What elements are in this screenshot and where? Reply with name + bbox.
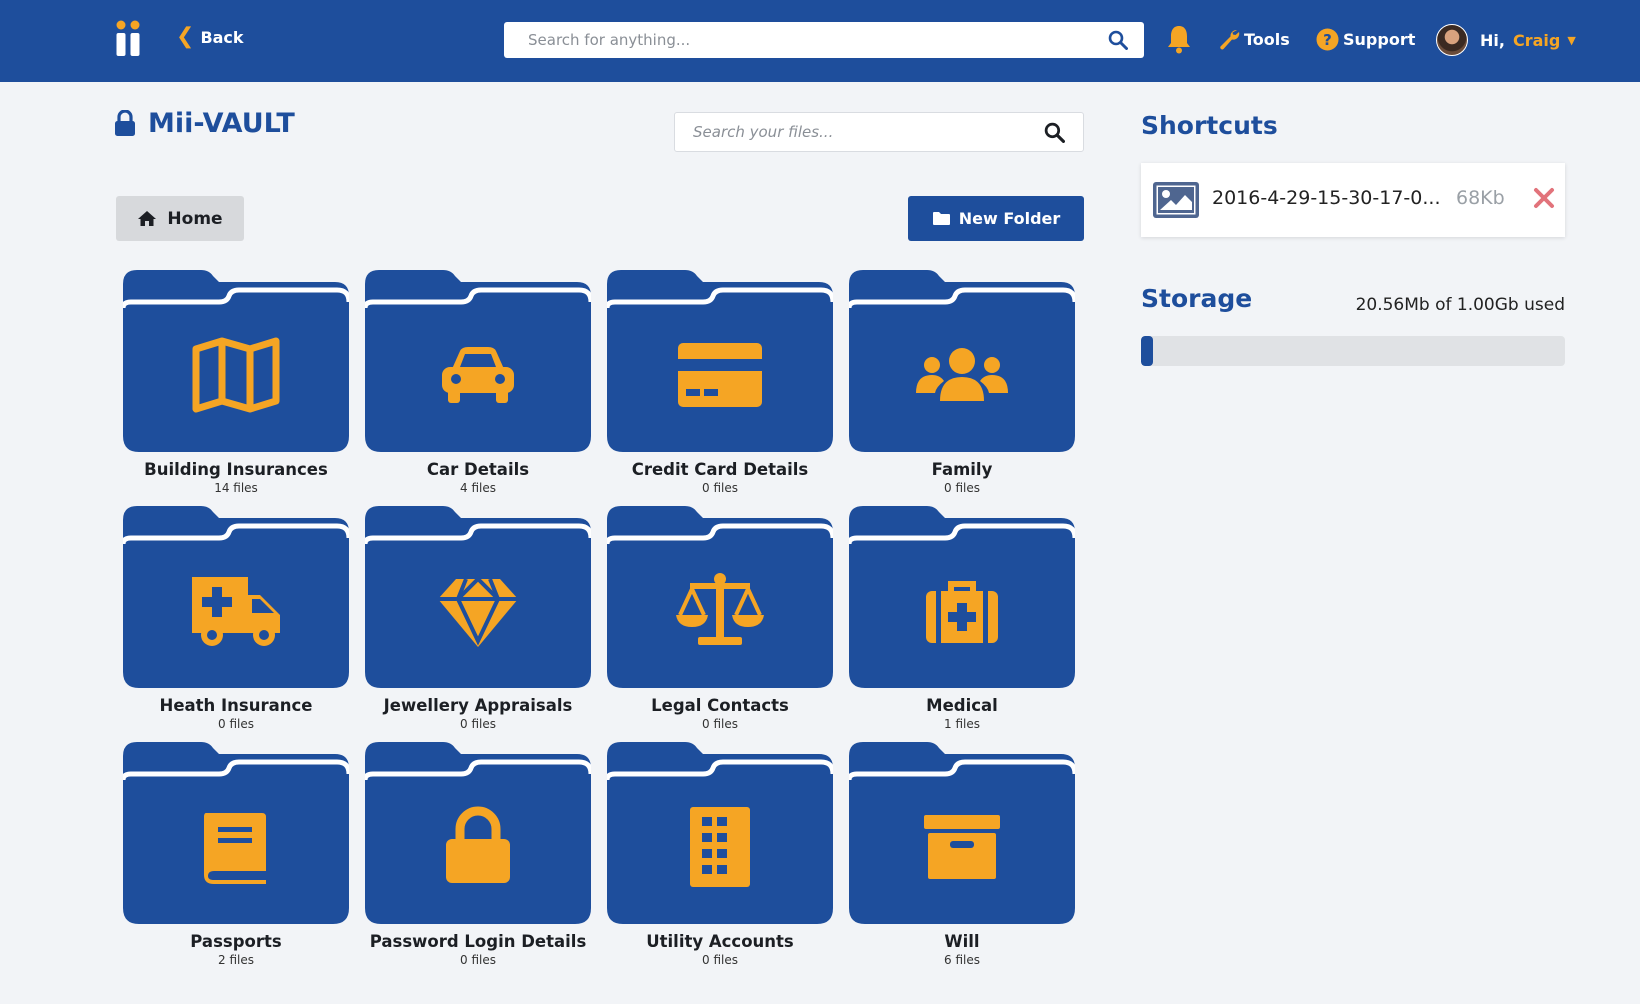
folder-card[interactable]: Medical 1 files bbox=[849, 506, 1075, 731]
shortcut-file-name: 2016-4-29-15-30-17-0... bbox=[1212, 187, 1441, 209]
folder-card[interactable]: Heath Insurance 0 files bbox=[123, 506, 349, 731]
diamond-icon bbox=[438, 576, 518, 647]
svg-text:?: ? bbox=[1323, 31, 1332, 49]
bell-icon[interactable] bbox=[1166, 24, 1192, 54]
back-label: Back bbox=[200, 27, 244, 47]
folder-file-count: 0 files bbox=[460, 717, 496, 731]
folder-file-count: 0 files bbox=[460, 953, 496, 967]
vault-title: Mii-VAULT bbox=[114, 108, 295, 139]
folder-card[interactable]: Utility Accounts 0 files bbox=[607, 742, 833, 967]
user-name: Craig bbox=[1512, 30, 1561, 50]
folder-card[interactable]: Family 0 files bbox=[849, 270, 1075, 495]
folder-file-count: 14 files bbox=[214, 481, 258, 495]
support-label: Support bbox=[1343, 30, 1416, 49]
lock-icon bbox=[115, 110, 135, 136]
shortcut-item[interactable]: 2016-4-29-15-30-17-0... 68Kb bbox=[1141, 163, 1565, 237]
folder-card[interactable]: Will 6 files bbox=[849, 742, 1075, 967]
caret-down-icon: ▼ bbox=[1567, 33, 1576, 47]
tools-link[interactable]: Tools bbox=[1218, 28, 1290, 50]
home-button[interactable]: Home bbox=[116, 196, 244, 241]
storage-used-text: 20.56Mb of 1.00Gb used bbox=[1355, 295, 1565, 315]
folder-card[interactable]: Passports 2 files bbox=[123, 742, 349, 967]
car-icon bbox=[442, 347, 514, 403]
folder-card[interactable]: Credit Card Details 0 files bbox=[607, 270, 833, 495]
folder-file-count: 2 files bbox=[218, 953, 254, 967]
folder-name: Building Insurances bbox=[144, 460, 328, 479]
support-link[interactable]: ? Support bbox=[1316, 28, 1415, 51]
folder-file-count: 0 files bbox=[218, 717, 254, 731]
archive-box-icon bbox=[924, 815, 1000, 879]
folder-file-count: 0 files bbox=[702, 481, 738, 495]
building-icon bbox=[690, 807, 750, 887]
global-search-input[interactable] bbox=[504, 22, 1094, 58]
folder-file-count: 4 files bbox=[460, 481, 496, 495]
global-search bbox=[504, 22, 1144, 58]
shortcuts-title: Shortcuts bbox=[1141, 111, 1278, 140]
folder-name: Password Login Details bbox=[369, 932, 587, 951]
top-navbar: ❮ Back Tools ? Support Hi, Craig ▼ bbox=[0, 0, 1640, 82]
folder-file-count: 0 files bbox=[702, 717, 738, 731]
folder-name: Will bbox=[944, 932, 980, 951]
map-icon bbox=[192, 337, 280, 413]
folder-name: Car Details bbox=[426, 460, 530, 479]
chevron-left-icon: ❮ bbox=[176, 24, 195, 49]
image-icon bbox=[1153, 182, 1199, 218]
folder-name: Utility Accounts bbox=[646, 932, 794, 951]
folder-card[interactable]: Jewellery Appraisals 0 files bbox=[365, 506, 591, 731]
tools-label: Tools bbox=[1244, 29, 1290, 49]
question-circle-icon: ? bbox=[1316, 28, 1339, 51]
folder-card[interactable]: Legal Contacts 0 files bbox=[607, 506, 833, 731]
greeting-text: Hi, bbox=[1480, 30, 1505, 50]
page-title: Mii-VAULT bbox=[148, 108, 295, 139]
shortcut-file-size: 68Kb bbox=[1456, 187, 1505, 209]
folder-name: Legal Contacts bbox=[651, 696, 789, 715]
folder-card[interactable]: Password Login Details 0 files bbox=[365, 742, 591, 967]
wrench-icon bbox=[1220, 29, 1240, 50]
folder-card[interactable]: Car Details 4 files bbox=[365, 270, 591, 495]
file-search bbox=[674, 112, 1084, 152]
folder-file-count: 1 files bbox=[944, 717, 980, 731]
folder-name: Heath Insurance bbox=[159, 696, 313, 715]
folder-file-count: 6 files bbox=[944, 953, 980, 967]
lock-icon bbox=[446, 806, 510, 883]
folder-icon bbox=[932, 212, 950, 225]
folder-name: Jewellery Appraisals bbox=[383, 696, 573, 715]
storage-title: Storage bbox=[1141, 284, 1253, 313]
folder-name: Family bbox=[931, 460, 993, 479]
medkit-icon bbox=[926, 581, 998, 643]
storage-progress-fill bbox=[1141, 336, 1153, 366]
book-icon bbox=[204, 813, 266, 884]
ambulance-icon bbox=[192, 577, 280, 646]
users-icon bbox=[916, 348, 1008, 401]
balance-scale-icon bbox=[676, 573, 764, 645]
new-folder-label: New Folder bbox=[958, 209, 1061, 228]
back-button[interactable]: ❮ Back bbox=[176, 24, 244, 49]
search-icon[interactable] bbox=[1108, 30, 1128, 50]
search-icon[interactable] bbox=[1044, 122, 1065, 143]
app-logo-icon[interactable] bbox=[115, 20, 141, 56]
folder-name: Credit Card Details bbox=[631, 460, 809, 479]
new-folder-button[interactable]: New Folder bbox=[908, 196, 1084, 241]
home-icon bbox=[138, 211, 157, 226]
folder-file-count: 0 files bbox=[944, 481, 980, 495]
home-label: Home bbox=[167, 208, 223, 229]
close-icon[interactable] bbox=[1531, 185, 1557, 211]
credit-card-icon bbox=[678, 343, 762, 407]
avatar bbox=[1436, 24, 1468, 56]
folder-name: Medical bbox=[926, 696, 998, 715]
file-search-input[interactable] bbox=[675, 113, 1035, 151]
user-menu[interactable]: Hi, Craig ▼ bbox=[1436, 24, 1576, 56]
folder-name: Passports bbox=[190, 932, 282, 951]
storage-progress-bar bbox=[1141, 336, 1565, 366]
folder-file-count: 0 files bbox=[702, 953, 738, 967]
folder-card[interactable]: Building Insurances 14 files bbox=[123, 270, 349, 495]
